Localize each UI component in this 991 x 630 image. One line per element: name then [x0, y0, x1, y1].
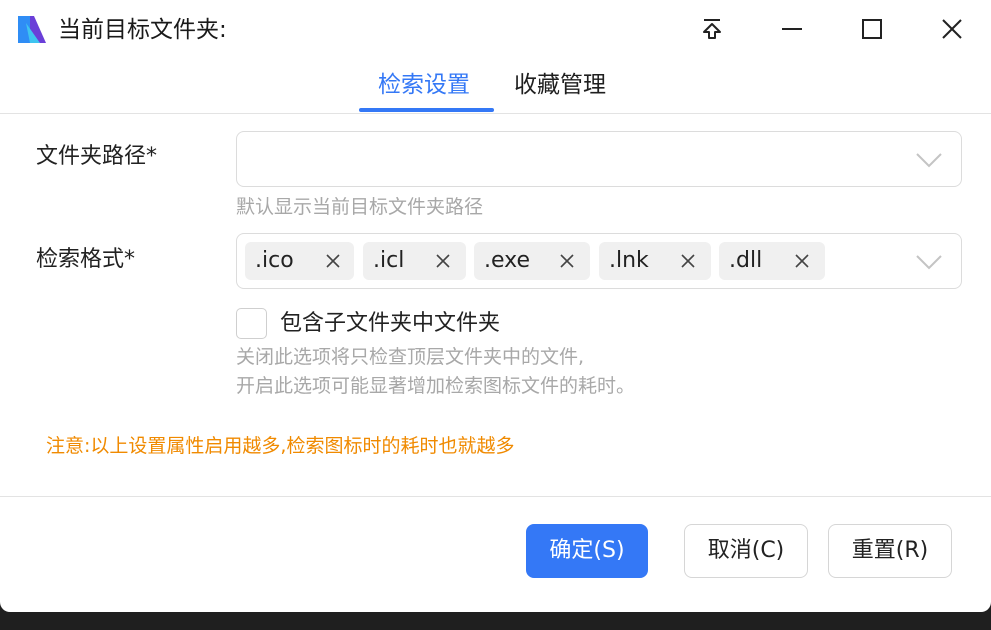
- pin-top-icon: [703, 19, 721, 39]
- tab-search-settings[interactable]: 检索设置: [378, 68, 470, 102]
- tab-favorites[interactable]: 收藏管理: [514, 68, 606, 102]
- close-icon: [942, 19, 962, 39]
- remove-tag-icon[interactable]: [326, 254, 340, 268]
- maximize-button[interactable]: [852, 10, 892, 48]
- format-tag-dll: .dll: [719, 242, 825, 280]
- window-title: 当前目标文件夹:: [58, 17, 227, 43]
- dialog-window: 当前目标文件夹: 检索设置 收藏管理 文件夹路径* 默认显示当前目标文件夹路径 …: [0, 0, 991, 612]
- close-button[interactable]: [932, 10, 972, 48]
- subfolders-hint-line2: 开启此选项可能显著增加检索图标文件的耗时。: [236, 375, 636, 397]
- cancel-button[interactable]: 取消(C): [684, 524, 808, 578]
- chevron-down-icon[interactable]: [915, 252, 943, 272]
- format-tag-exe: .exe: [474, 242, 590, 280]
- warning-text: 注意:以上设置属性启用越多,检索图标时的耗时也就越多: [46, 435, 515, 457]
- format-tag-lnk: .lnk: [599, 242, 711, 280]
- format-tag-ico: .ico: [245, 242, 354, 280]
- remove-tag-icon[interactable]: [681, 254, 695, 268]
- maximize-icon: [862, 19, 882, 39]
- subfolders-hint-line1: 关闭此选项将只检查顶层文件夹中的文件,: [236, 346, 585, 368]
- folder-path-label: 文件夹路径*: [36, 144, 158, 169]
- include-subfolders-checkbox[interactable]: [236, 308, 267, 339]
- search-format-select[interactable]: .ico .icl .exe .lnk .dll: [236, 233, 962, 289]
- include-subfolders-label[interactable]: 包含子文件夹中文件夹: [280, 309, 500, 339]
- minimize-icon: [782, 28, 802, 30]
- tab-bar: 检索设置 收藏管理: [0, 58, 991, 114]
- title-bar: 当前目标文件夹:: [0, 0, 991, 58]
- chevron-down-icon[interactable]: [915, 150, 943, 170]
- remove-tag-icon[interactable]: [795, 254, 809, 268]
- folder-path-select[interactable]: [236, 131, 962, 187]
- search-format-label: 检索格式*: [36, 247, 136, 272]
- tabs-divider: [0, 113, 991, 114]
- confirm-button[interactable]: 确定(S): [526, 524, 648, 578]
- remove-tag-icon[interactable]: [436, 254, 450, 268]
- active-tab-indicator: [359, 108, 494, 112]
- folder-path-hint: 默认显示当前目标文件夹路径: [236, 196, 484, 218]
- reset-button[interactable]: 重置(R): [828, 524, 952, 578]
- minimize-button[interactable]: [772, 10, 812, 48]
- pin-top-button[interactable]: [692, 10, 732, 48]
- footer-divider: [0, 496, 991, 497]
- format-tag-icl: .icl: [363, 242, 466, 280]
- app-logo-icon: [18, 16, 46, 43]
- remove-tag-icon[interactable]: [560, 254, 574, 268]
